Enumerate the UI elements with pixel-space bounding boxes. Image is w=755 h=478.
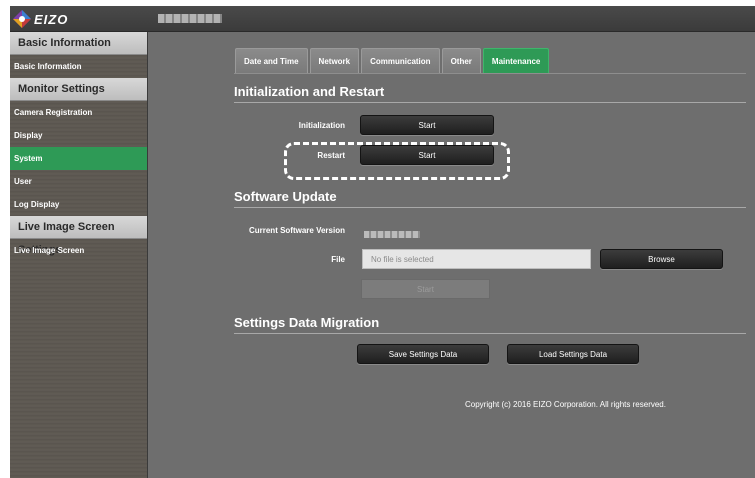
- tab-date-and-time[interactable]: Date and Time: [235, 48, 308, 73]
- tab-communication[interactable]: Communication: [361, 48, 440, 73]
- logo-text: EIZO: [34, 11, 69, 27]
- sidebar-item-basic-information[interactable]: Basic Information: [10, 55, 147, 78]
- sidebar-item-camera-registration[interactable]: Camera Registration: [10, 101, 147, 124]
- sidebar-item-live-image-screen[interactable]: Live Image Screen: [10, 239, 147, 262]
- current-software-version-label: Current Software Version: [248, 226, 345, 235]
- initialization-start-button[interactable]: Start: [360, 115, 494, 135]
- main-panel: Date and Time Network Communication Othe…: [149, 32, 755, 478]
- save-settings-data-button[interactable]: Save Settings Data: [357, 344, 489, 364]
- sidebar-group-live-image-screen-settings[interactable]: Live Image Screen Settings: [10, 216, 147, 256]
- section-divider: [234, 102, 746, 103]
- sidebar-item-user[interactable]: User: [10, 170, 147, 193]
- load-settings-data-button[interactable]: Load Settings Data: [507, 344, 639, 364]
- sidebar-group-basic-information[interactable]: Basic Information: [10, 32, 147, 55]
- logo[interactable]: EIZO: [12, 9, 68, 29]
- file-input[interactable]: No file is selected: [362, 249, 591, 269]
- sidebar-item-system[interactable]: System: [10, 147, 147, 170]
- copyright-text: Copyright (c) 2016 EIZO Corporation. All…: [465, 400, 666, 409]
- top-header: EIZO: [10, 6, 755, 32]
- device-name: [158, 14, 222, 23]
- tab-network[interactable]: Network: [309, 48, 360, 73]
- section-title-init-restart: Initialization and Restart: [234, 84, 385, 99]
- sidebar-group-monitor-settings[interactable]: Monitor Settings: [10, 78, 147, 101]
- tab-divider: [234, 73, 746, 74]
- restart-start-button[interactable]: Start: [360, 145, 494, 165]
- file-label: File: [331, 255, 345, 264]
- browse-button[interactable]: Browse: [600, 249, 723, 269]
- update-start-button[interactable]: Start: [361, 279, 490, 299]
- sidebar-item-display[interactable]: Display: [10, 124, 147, 147]
- section-divider: [234, 333, 746, 334]
- sidebar-item-log-display[interactable]: Log Display: [10, 193, 147, 216]
- tab-maintenance[interactable]: Maintenance: [482, 48, 550, 73]
- restart-label: Restart: [317, 151, 345, 160]
- tab-other[interactable]: Other: [441, 48, 481, 73]
- sidebar: Basic Information Basic Information Moni…: [10, 32, 148, 478]
- initialization-label: Initialization: [298, 121, 345, 130]
- app-window: EIZO Basic Information Basic Information…: [10, 6, 755, 478]
- section-title-settings-migration: Settings Data Migration: [234, 315, 380, 330]
- section-divider: [234, 207, 746, 208]
- eizo-logo-icon: [12, 9, 32, 29]
- section-title-software-update: Software Update: [234, 189, 337, 204]
- tab-bar: Date and Time Network Communication Othe…: [235, 48, 551, 73]
- current-software-version-value: [364, 231, 420, 238]
